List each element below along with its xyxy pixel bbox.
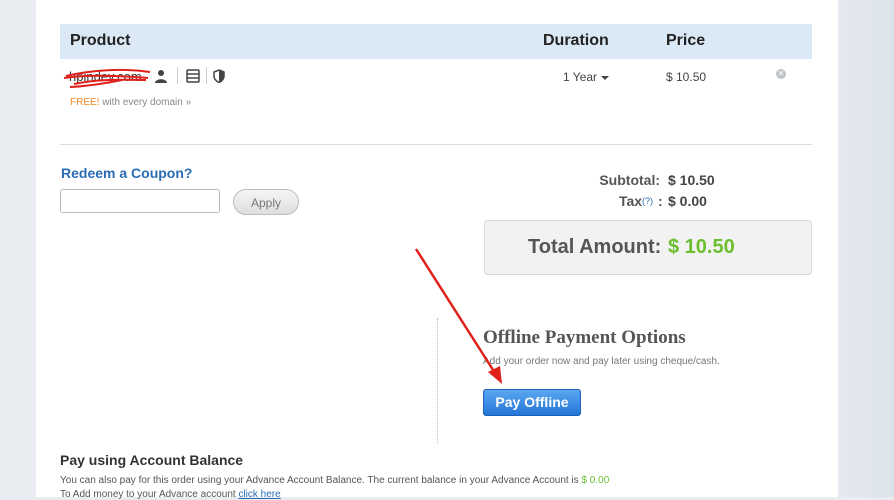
total-amount-value: $ 10.50 — [668, 236, 735, 258]
item-price: $ 10.50 — [666, 70, 707, 84]
price-column-header: Price — [666, 32, 706, 49]
tax-label: Tax — [619, 193, 643, 209]
remove-item-icon[interactable]: ✕ — [776, 69, 786, 79]
redaction-scribble — [63, 68, 151, 88]
add-money-note: To Add money to your Advance account cli… — [60, 489, 281, 500]
offline-payment-title: Offline Payment Options — [483, 327, 686, 348]
free-privacy-note[interactable]: FREE! with every domain » — [70, 97, 191, 108]
duration-column-header: Duration — [543, 32, 609, 49]
redeem-coupon-link[interactable]: Redeem a Coupon? — [61, 165, 192, 181]
page-background-right — [838, 0, 894, 497]
duration-value: 1 Year — [563, 70, 598, 84]
user-icon[interactable] — [154, 69, 168, 83]
add-money-link[interactable]: click here — [238, 489, 280, 500]
tax-colon: : — [658, 193, 663, 209]
icon-separator — [177, 67, 178, 84]
product-column-header: Product — [70, 32, 131, 49]
free-note-text: with every domain » — [102, 97, 192, 108]
icon-separator — [206, 67, 207, 84]
total-amount-label: Total Amount: — [528, 236, 662, 258]
account-balance-amount: $ 0.00 — [581, 475, 610, 486]
account-balance-text: You can also pay for this order using yo… — [60, 475, 579, 486]
duration-select[interactable]: 1 Year — [563, 70, 610, 84]
coupon-input[interactable] — [60, 189, 220, 213]
pay-offline-button[interactable]: Pay Offline — [483, 389, 581, 416]
apply-coupon-button[interactable]: Apply — [233, 189, 299, 215]
account-balance-description: You can also pay for this order using yo… — [60, 475, 609, 486]
tax-value: $ 0.00 — [668, 193, 707, 209]
subtotal-label: Subtotal: — [599, 172, 660, 188]
offline-payment-description: Add your order now and pay later using c… — [483, 356, 720, 367]
subtotal-value: $ 10.50 — [668, 172, 715, 188]
vertical-divider — [437, 318, 438, 444]
caret-down-icon — [601, 75, 610, 80]
add-money-text: To Add money to your Advance account — [60, 489, 236, 500]
section-divider — [60, 144, 812, 145]
shield-icon[interactable] — [212, 69, 226, 83]
free-label: FREE! — [70, 97, 100, 108]
account-balance-title: Pay using Account Balance — [60, 452, 244, 468]
server-icon[interactable] — [186, 69, 200, 83]
tax-help-link[interactable]: (?) — [642, 196, 653, 206]
